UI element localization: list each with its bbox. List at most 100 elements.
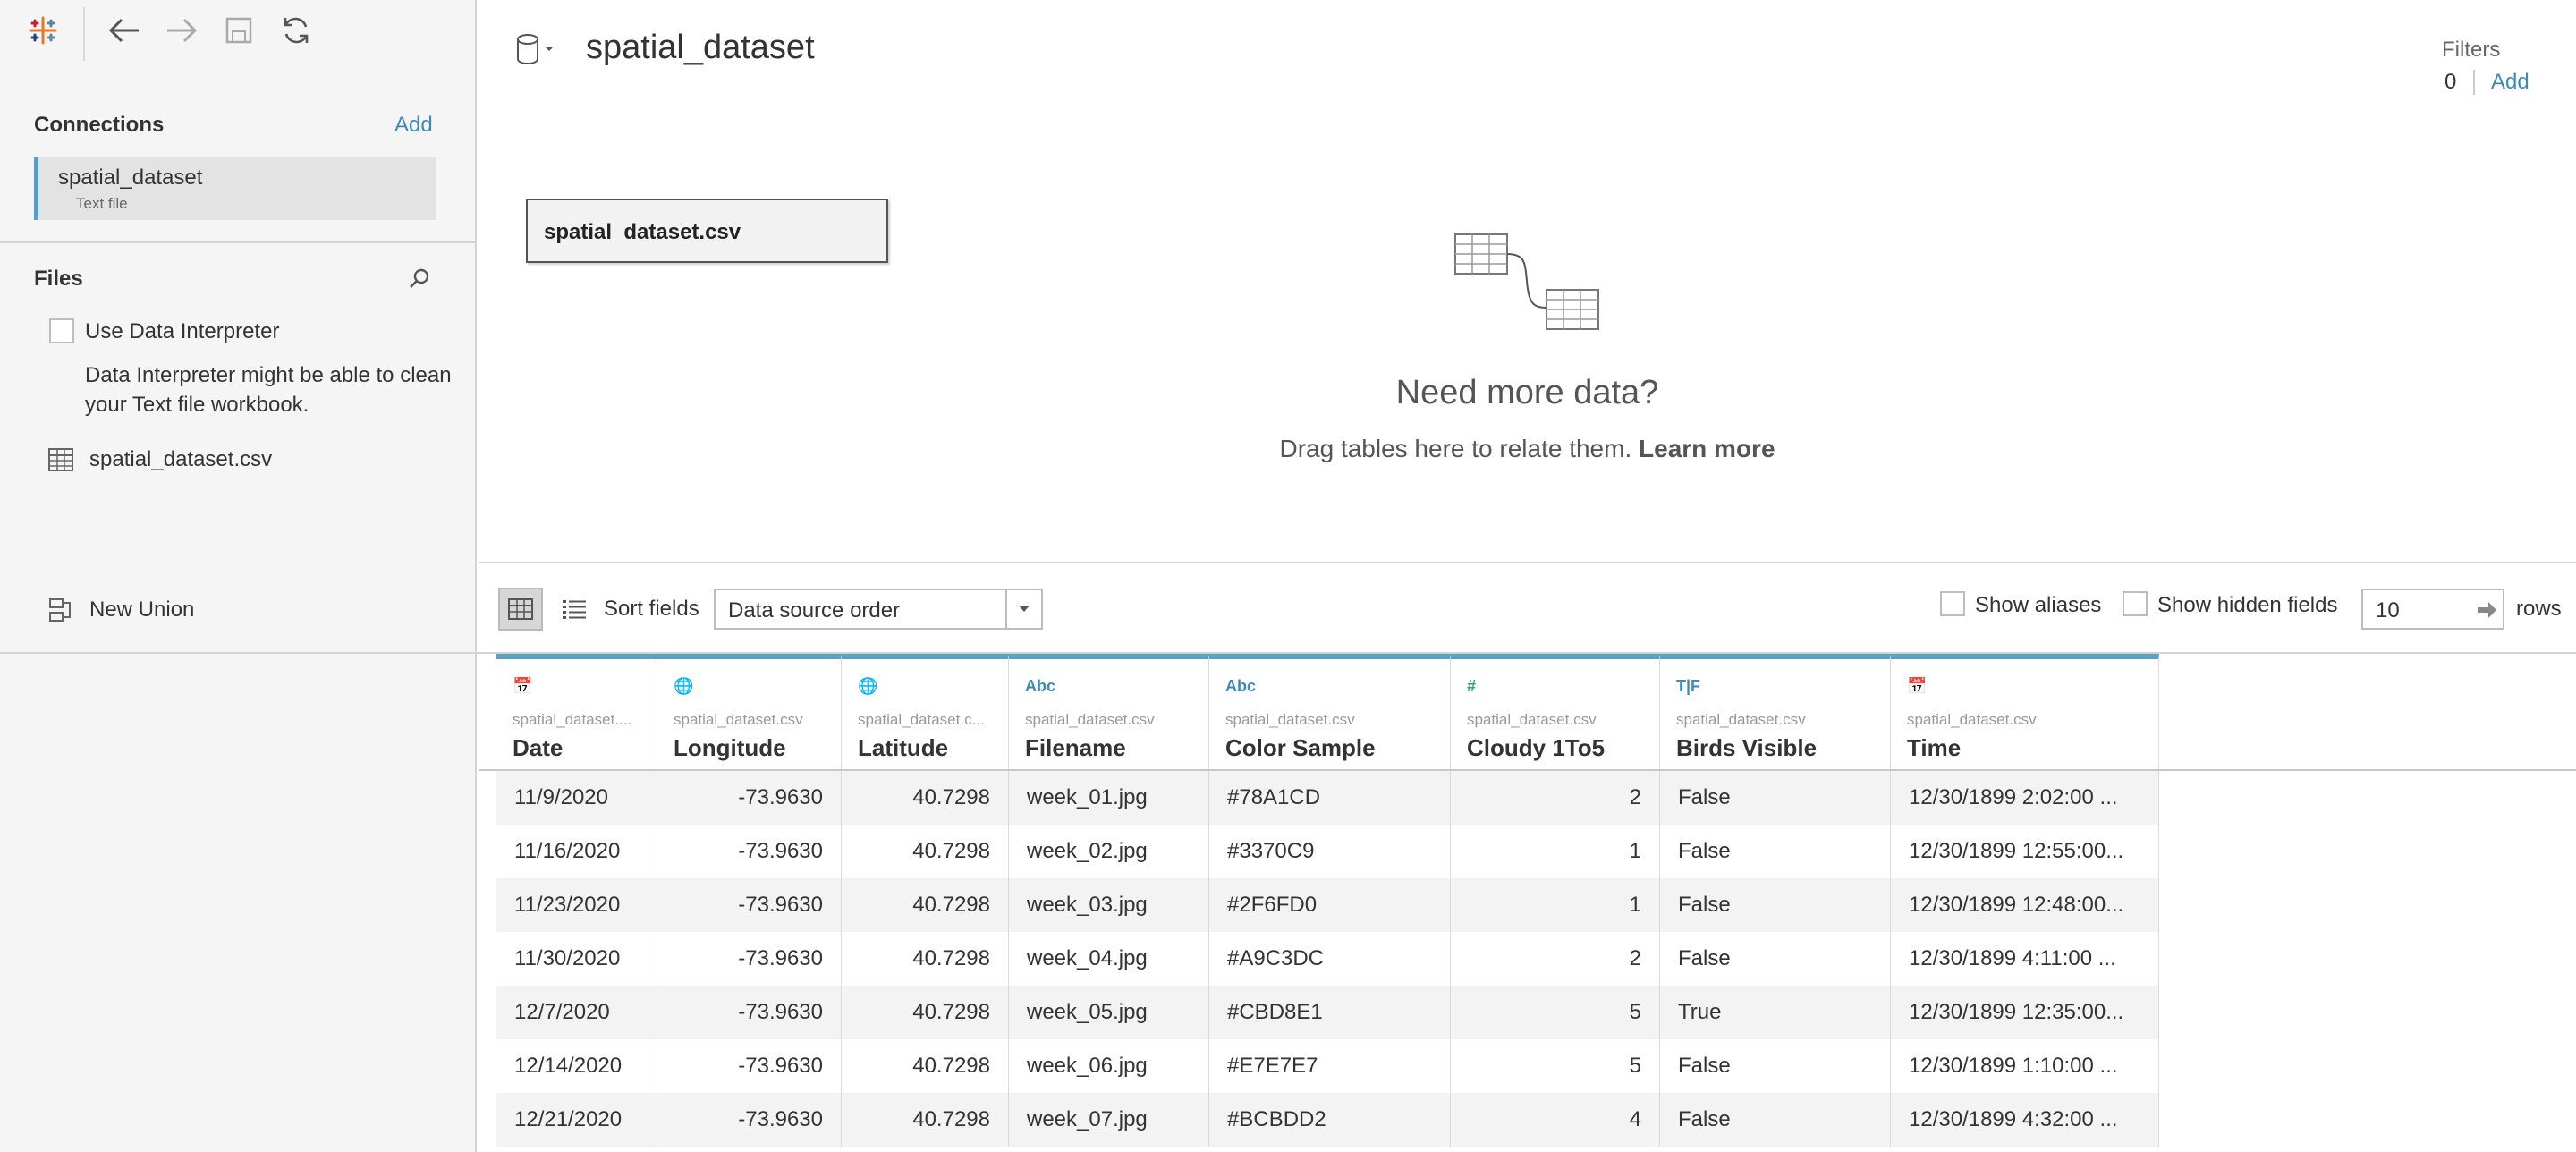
tableau-logo-icon[interactable]	[25, 13, 61, 48]
sort-fields-label: Sort fields	[604, 597, 699, 621]
field-type-icon[interactable]: Abc	[1225, 677, 1256, 696]
table-cell: #78A1CD	[1209, 771, 1451, 825]
column-name: Cloudy 1To5	[1467, 734, 1606, 761]
toolbar-divider	[83, 7, 85, 61]
table-cell: 4	[1451, 1093, 1660, 1147]
column-header[interactable]: T|F spatial_dataset.csv Birds Visible	[1660, 654, 1891, 770]
table-cell: 12/7/2020	[496, 986, 657, 1039]
arrow-right-icon[interactable]	[2476, 599, 2497, 621]
table-cell: 40.7298	[842, 878, 1009, 932]
field-type-icon[interactable]: 🌐	[858, 677, 877, 696]
table-cell: 5	[1451, 1039, 1660, 1093]
table-cell: week_06.jpg	[1009, 1039, 1209, 1093]
table-row: 12/21/2020 -73.9630 40.7298 week_07.jpg #BCB…	[496, 1093, 2159, 1147]
chevron-down-icon[interactable]	[1005, 590, 1041, 628]
column-header[interactable]: # spatial_dataset.csv Cloudy 1To5	[1451, 654, 1660, 770]
column-name: Filename	[1025, 734, 1126, 761]
table-cell: False	[1660, 825, 1891, 878]
table-row: 11/9/2020 -73.9630 40.7298 week_01.jpg #78A1…	[496, 771, 2159, 825]
grid-toolbar: Sort fields Data source order Show alias…	[479, 562, 2576, 653]
table-cell: False	[1660, 878, 1891, 932]
table-cell: -73.9630	[657, 771, 842, 825]
column-header[interactable]: Abc spatial_dataset.csv Color Sample	[1209, 654, 1451, 770]
table-cell: -73.9630	[657, 1039, 842, 1093]
table-cell: 1	[1451, 825, 1660, 878]
column-name: Birds Visible	[1676, 734, 1818, 761]
column-header[interactable]: 📅 spatial_dataset.... Date	[496, 654, 657, 770]
table-cell: 12/30/1899 4:32:00 ...	[1891, 1093, 2159, 1147]
table-cell: False	[1660, 1093, 1891, 1147]
show-hidden-fields-label: Show hidden fields	[2157, 593, 2338, 617]
table-cell: 40.7298	[842, 986, 1009, 1039]
forward-arrow-icon[interactable]	[164, 13, 199, 48]
save-icon[interactable]	[221, 13, 257, 48]
table-cell: 11/30/2020	[496, 932, 657, 986]
table-cell: #E7E7E7	[1209, 1039, 1451, 1093]
add-connection-link[interactable]: Add	[394, 113, 433, 138]
table-cell: True	[1660, 986, 1891, 1039]
table-cell: -73.9630	[657, 825, 842, 878]
table-row: 11/30/2020 -73.9630 40.7298 week_04.jpg #A9C…	[496, 932, 2159, 986]
field-type-icon[interactable]: T|F	[1676, 677, 1700, 696]
table-cell: 12/30/1899 12:55:00...	[1891, 825, 2159, 878]
table-cell: week_02.jpg	[1009, 825, 1209, 878]
table-cell: 12/14/2020	[496, 1039, 657, 1093]
table-cell: 12/21/2020	[496, 1093, 657, 1147]
sidebar-bottom-empty	[0, 653, 477, 1152]
table-cell: #3370C9	[1209, 825, 1451, 878]
table-cell: 12/30/1899 12:48:00...	[1891, 878, 2159, 932]
table-row: 12/14/2020 -73.9630 40.7298 week_06.jpg #E7E…	[496, 1039, 2159, 1093]
table-cell: week_07.jpg	[1009, 1093, 1209, 1147]
search-icon[interactable]	[406, 266, 433, 292]
database-dropdown-icon[interactable]	[514, 32, 559, 68]
column-source: spatial_dataset.csv	[674, 711, 803, 728]
column-name: Latitude	[858, 734, 949, 761]
table-cell: 40.7298	[842, 825, 1009, 878]
learn-more-link[interactable]: Learn more	[1639, 435, 1775, 462]
show-aliases-checkbox[interactable]	[1940, 591, 1965, 616]
table-cell: 12/30/1899 4:11:00 ...	[1891, 932, 2159, 986]
rows-count-input[interactable]: 10	[2361, 589, 2504, 630]
column-header[interactable]: 🌐 spatial_dataset.csv Longitude	[657, 654, 842, 770]
column-header[interactable]: Abc spatial_dataset.csv Filename	[1009, 654, 1209, 770]
field-type-icon[interactable]: Abc	[1025, 677, 1055, 696]
column-name: Time	[1907, 734, 1962, 761]
field-type-icon[interactable]: 🌐	[674, 677, 693, 696]
table-cell: 5	[1451, 986, 1660, 1039]
connection-name: spatial_dataset	[58, 165, 203, 190]
sidebar: Connections Add spatial_dataset Text fil…	[0, 0, 477, 653]
use-data-interpreter-checkbox[interactable]	[49, 318, 74, 343]
need-more-data-heading: Need more data?	[1395, 374, 1659, 411]
file-name: spatial_dataset.csv	[89, 447, 273, 471]
column-header[interactable]: 🌐 spatial_dataset.c... Latitude	[842, 654, 1009, 770]
add-filter-link[interactable]: Add	[2491, 70, 2529, 95]
table-cell: 40.7298	[842, 1093, 1009, 1147]
table-cell: 12/30/1899 12:35:00...	[1891, 986, 2159, 1039]
column-name: Color Sample	[1225, 734, 1376, 761]
table-cell: #2F6FD0	[1209, 878, 1451, 932]
table-cell: 40.7298	[842, 932, 1009, 986]
grid-view-button[interactable]	[498, 588, 543, 631]
rows-label: rows	[2516, 597, 2562, 621]
field-type-icon[interactable]: #	[1467, 677, 1476, 696]
drag-tables-hint: Drag tables here to relate them. Learn m…	[479, 435, 2576, 463]
table-cell: 2	[1451, 932, 1660, 986]
column-header[interactable]: 📅 spatial_dataset.csv Time	[1891, 654, 2159, 770]
connection-item[interactable]: spatial_dataset Text file	[34, 157, 436, 220]
data-source-canvas: spatial_dataset Filters 0 Add spatial_da…	[479, 0, 2576, 562]
sort-fields-dropdown[interactable]: Data source order	[714, 589, 1043, 630]
table-cell: False	[1660, 932, 1891, 986]
list-view-button[interactable]	[552, 588, 597, 631]
back-arrow-icon[interactable]	[106, 13, 142, 48]
refresh-icon[interactable]	[278, 13, 314, 48]
show-hidden-fields-checkbox[interactable]	[2123, 591, 2148, 616]
table-cell: -73.9630	[657, 986, 842, 1039]
datasource-title[interactable]: spatial_dataset	[586, 29, 815, 67]
filters-count: 0	[2445, 70, 2457, 94]
field-type-icon[interactable]: 📅	[1907, 677, 1927, 696]
table-cell: 11/16/2020	[496, 825, 657, 878]
connections-heading: Connections	[34, 113, 165, 137]
field-type-icon[interactable]: 📅	[513, 677, 532, 696]
logical-table-tile[interactable]: spatial_dataset.csv	[526, 199, 888, 263]
table-cell: week_05.jpg	[1009, 986, 1209, 1039]
